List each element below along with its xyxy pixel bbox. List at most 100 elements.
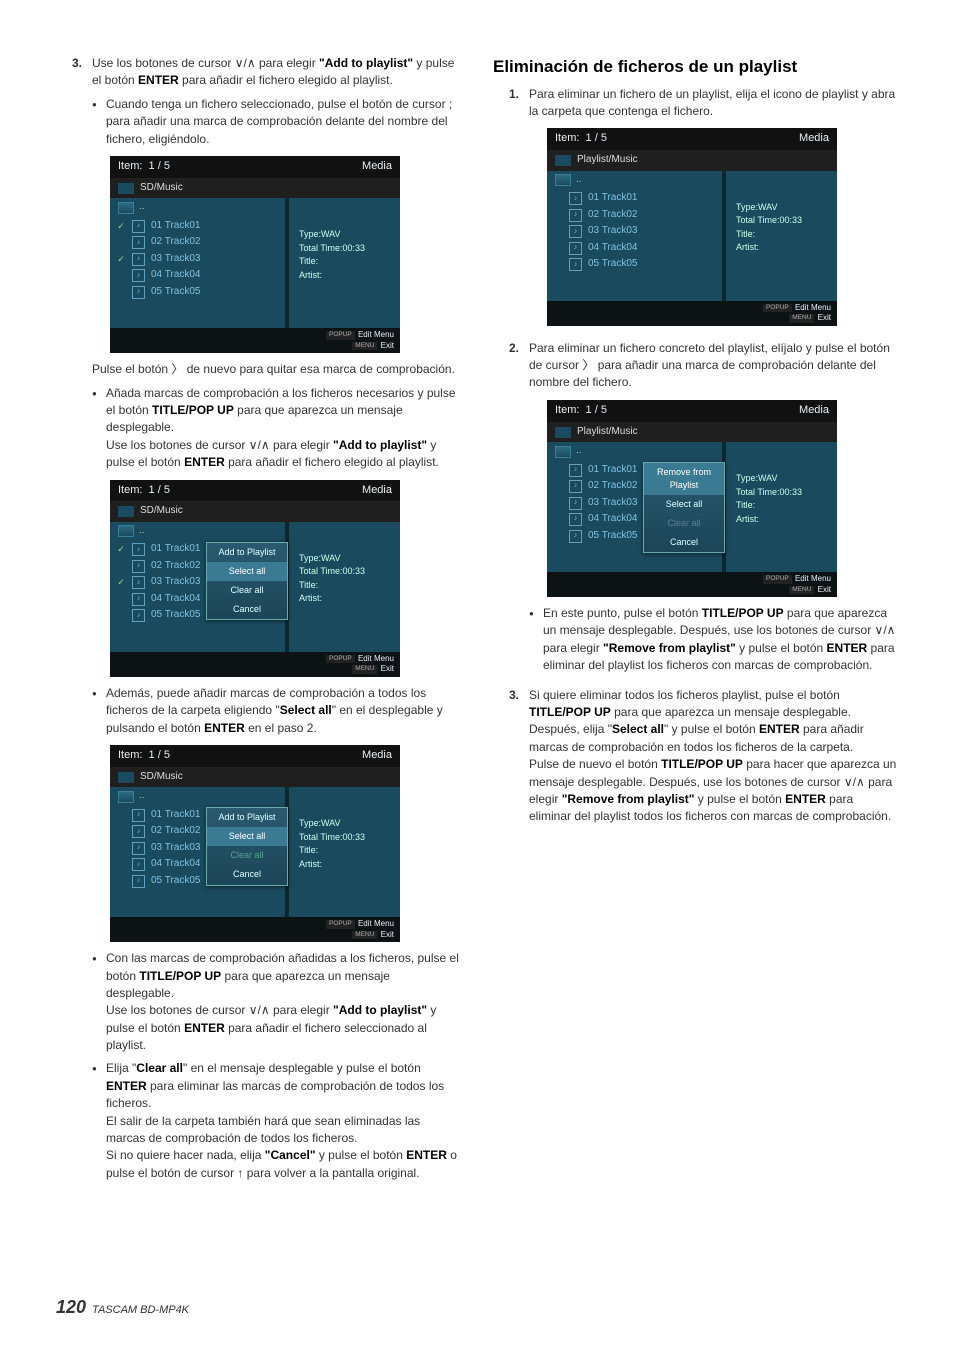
popup-item: Select all [207, 827, 287, 846]
ss-path: SD/Music [140, 181, 183, 196]
folder-up-icon: .. [139, 789, 145, 804]
popup-item: Select all [644, 495, 724, 514]
ss-info-panel: Type:WAVTotal Time:00:33Title:Artist: [289, 198, 400, 328]
ss-footer: POPUP Edit MenuMENU Exit [110, 652, 400, 677]
right-column: Eliminación de ficheros de un playlist 1… [493, 55, 898, 1194]
sd-card-icon [118, 506, 134, 517]
bullet: Añada marcas de comprobación a los fiche… [92, 385, 461, 472]
ss-path: SD/Music [140, 770, 183, 785]
folder-icon [118, 202, 134, 214]
track-name: 04 Track04 [151, 857, 200, 872]
music-file-icon: ♪ [132, 809, 145, 822]
ss-info-panel: Type:WAVTotal Time:00:33Title:Artist: [289, 787, 400, 917]
music-file-icon: ♪ [132, 858, 145, 871]
popup-item: Cancel [207, 600, 287, 619]
step-number-2: 2. [493, 340, 529, 681]
ui-screenshot-3: Item: 1 / 5 Media SD/Music.. ♪ 01 Track01 ♪ 02… [110, 745, 400, 942]
track-row: ♪04 Track04 [110, 267, 285, 284]
left-column: 3. Use los botones de cursor ∨/∧ para el… [56, 55, 461, 1194]
music-file-icon: ♪ [132, 560, 145, 573]
ss-media-label: Media [362, 159, 392, 175]
folder-up-icon: .. [576, 173, 582, 188]
popup-item: Add to Playlist [207, 808, 287, 827]
music-file-icon: ♪ [569, 242, 582, 255]
popup-item: Cancel [207, 865, 287, 884]
cursor-down-up-icon: ∨/∧ [249, 438, 270, 452]
music-file-icon: ♪ [132, 875, 145, 888]
ss-item-label: Item: 1 / 5 [118, 748, 170, 764]
right-step1-body: Para eliminar un fichero de un playlist,… [529, 86, 898, 334]
ui-screenshot-5: Item: 1 / 5MediaPlaylist/Music..♪01 Trac… [547, 400, 837, 597]
music-file-icon: ♪ [569, 480, 582, 493]
bullet: Cuando tenga un fichero seleccionado, pu… [92, 96, 461, 148]
check-icon: ✓ [116, 253, 126, 266]
track-name: 04 Track04 [151, 592, 200, 607]
music-file-icon: ♪ [132, 593, 145, 606]
cursor-down-up-icon: ∨/∧ [235, 56, 256, 70]
sd-card-icon [555, 155, 571, 166]
track-name: 04 Track04 [588, 241, 637, 256]
ss-info-panel: Type:WAVTotal Time:00:33Title:Artist: [289, 522, 400, 652]
page-footer: 120 TASCAM BD-MP4K [56, 1294, 189, 1320]
ui-screenshot-2: Item: 1 / 5MediaSD/Music..✓♪01 Track01♪0… [110, 480, 400, 677]
track-row: ♪01 Track01 [547, 190, 722, 207]
bullet: Además, puede añadir marcas de comprobac… [92, 685, 461, 737]
music-file-icon: ♪ [569, 209, 582, 222]
popup-menu: Remove from PlaylistSelect allClear allC… [643, 462, 725, 553]
folder-icon [555, 446, 571, 458]
music-file-icon: ♪ [132, 842, 145, 855]
music-file-icon: ♪ [569, 258, 582, 271]
music-file-icon: ♪ [132, 825, 145, 838]
music-file-icon: ♪ [569, 530, 582, 543]
music-file-icon: ♪ [569, 192, 582, 205]
track-name: 02 Track02 [151, 824, 200, 839]
folder-up-icon: .. [139, 200, 145, 215]
music-file-icon: ♪ [569, 497, 582, 510]
footer-model: TASCAM BD-MP4K [92, 1303, 189, 1319]
track-row: ♪05 Track05 [547, 256, 722, 273]
music-file-icon: ♪ [132, 253, 145, 266]
check-icon: ✓ [116, 220, 126, 233]
bullet: Con las marcas de comprobación añadidas … [92, 950, 461, 1054]
sd-card-icon [118, 772, 134, 783]
ss-media-label: Media [362, 748, 392, 764]
page-number: 120 [56, 1294, 86, 1320]
track-name: 03 Track03 [588, 224, 637, 239]
track-name: 03 Track03 [151, 252, 200, 267]
track-name: 01 Track01 [151, 808, 200, 823]
popup-menu: Add to PlaylistSelect allClear allCancel [206, 807, 288, 885]
music-file-icon: ♪ [569, 464, 582, 477]
ss-media-label: Media [362, 483, 392, 499]
track-name: 04 Track04 [588, 512, 637, 527]
ss-footer: POPUP Edit MenuMENU Exit [110, 917, 400, 942]
right-step3-body: Si quiere eliminar todos los ficheros pl… [529, 687, 898, 826]
cursor-down-up-icon: ∨/∧ [844, 775, 865, 789]
track-name: 02 Track02 [151, 559, 200, 574]
step-number-3r: 3. [493, 687, 529, 826]
ui-screenshot-1: Item: 1 / 5MediaSD/Music..✓♪01 Track01♪0… [110, 156, 400, 353]
folder-icon [555, 174, 571, 186]
ss-path: Playlist/Music [577, 425, 638, 440]
ss-media-label: Media [799, 131, 829, 147]
popup-item: Clear all [644, 514, 724, 533]
folder-icon [118, 791, 134, 803]
bullet: Elija "Clear all" en el mensaje desplega… [92, 1060, 461, 1182]
folder-up-icon: .. [139, 524, 145, 539]
cursor-right-icon: 〉 [582, 358, 594, 372]
music-file-icon: ♪ [132, 576, 145, 589]
music-file-icon: ♪ [132, 286, 145, 299]
track-name: 05 Track05 [151, 608, 200, 623]
track-name: 05 Track05 [588, 529, 637, 544]
ss-footer: POPUP Edit MenuMENU Exit [110, 328, 400, 353]
track-name: 01 Track01 [151, 542, 200, 557]
ss-item-label: Item: 1 / 5 [555, 403, 607, 419]
track-name: 03 Track03 [151, 575, 200, 590]
music-file-icon: ♪ [132, 543, 145, 556]
ss-path: SD/Music [140, 504, 183, 519]
ss-media-label: Media [799, 403, 829, 419]
step-number-3: 3. [56, 55, 92, 1188]
music-file-icon: ♪ [569, 225, 582, 238]
track-row: ♪02 Track02 [547, 207, 722, 224]
track-row: ✓ ♪ 03 Track03 [110, 251, 285, 268]
track-name: 02 Track02 [151, 235, 200, 250]
